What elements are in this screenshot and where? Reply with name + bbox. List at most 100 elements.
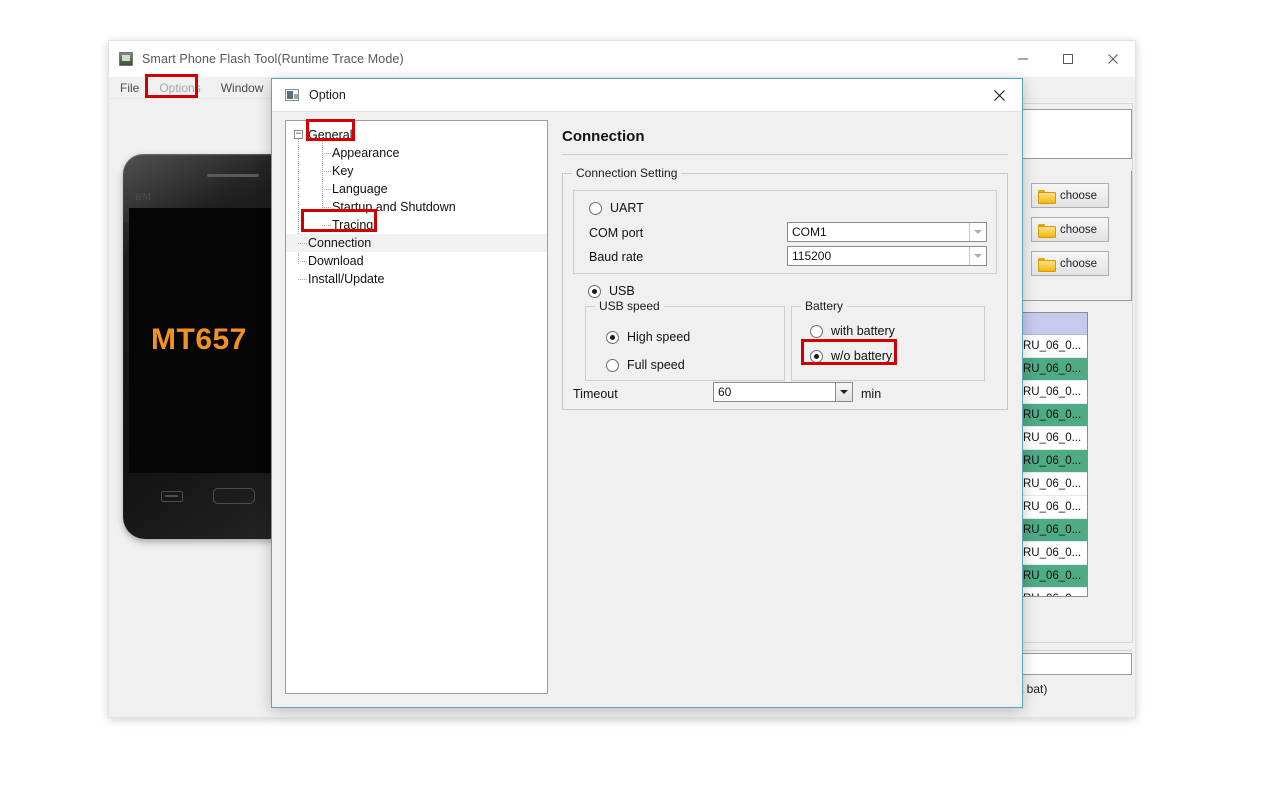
tree-item-label: Connection xyxy=(308,235,372,250)
main-titlebar: Smart Phone Flash Tool(Runtime Trace Mod… xyxy=(109,41,1135,77)
timeout-value: 60 xyxy=(718,385,732,399)
battery-legend: Battery xyxy=(801,299,848,313)
table-row[interactable]: RU_06_0... xyxy=(1021,427,1087,450)
table-row[interactable]: RU_06_0... xyxy=(1021,404,1087,427)
tree-item-tracing[interactable]: Tracing xyxy=(286,216,547,234)
phone-brand-label: BM xyxy=(135,192,152,203)
menu-item-options[interactable]: Options xyxy=(150,78,209,98)
tree-item-label: Key xyxy=(332,163,354,178)
full-speed-option[interactable]: Full speed xyxy=(606,358,685,372)
tree-item-download[interactable]: Download xyxy=(286,252,547,270)
tree-connector xyxy=(322,225,331,226)
menu-item-file[interactable]: File xyxy=(111,78,148,98)
tree-connector xyxy=(322,207,331,208)
tree-item-label: Tracing xyxy=(332,217,374,232)
choose-button-1[interactable]: choose xyxy=(1031,183,1109,208)
table-row[interactable]: RU_06_0... xyxy=(1021,565,1087,588)
page-title: Connection xyxy=(562,128,645,145)
tree-item-label: Download xyxy=(308,253,364,268)
title-divider xyxy=(562,154,1008,155)
table-row[interactable]: RU_06_0... xyxy=(1021,381,1087,404)
com-port-value: COM1 xyxy=(792,225,827,239)
phone-model-text: MT657 xyxy=(151,323,247,356)
table-row[interactable]: RU_06_0... xyxy=(1021,519,1087,542)
minimize-icon[interactable] xyxy=(1000,41,1045,77)
phone-screen: MT657 xyxy=(129,208,291,473)
with-battery-label: with battery xyxy=(831,324,895,338)
tree-connector xyxy=(298,261,307,262)
choose-button-label: choose xyxy=(1060,189,1098,202)
table-row[interactable]: RU_06_0... xyxy=(1021,473,1087,496)
phone-menu-button-icon xyxy=(161,491,183,502)
app-icon xyxy=(119,52,133,66)
battery-group: Battery with battery w/o battery xyxy=(791,299,985,381)
with-battery-option[interactable]: with battery xyxy=(810,324,895,338)
close-icon[interactable] xyxy=(1090,41,1135,77)
choose-button-2[interactable]: choose xyxy=(1031,217,1109,242)
tree-item-appearance[interactable]: Appearance xyxy=(286,144,547,162)
choose-button-3[interactable]: choose xyxy=(1031,251,1109,276)
tree-item-connection[interactable]: Connection xyxy=(286,234,547,252)
chevron-down-icon xyxy=(969,247,986,265)
wo-battery-label: w/o battery xyxy=(831,349,893,363)
table-row[interactable]: RU_06_0... xyxy=(1021,335,1087,358)
usb-radio[interactable] xyxy=(588,284,601,298)
full-speed-label: Full speed xyxy=(627,358,685,372)
maximize-icon[interactable] xyxy=(1045,41,1090,77)
right-panel-divider xyxy=(1020,650,1132,651)
tree-item-key[interactable]: Key xyxy=(286,162,547,180)
usb-speed-group: USB speed High speed Full speed xyxy=(585,299,785,381)
com-port-select[interactable]: COM1 xyxy=(787,222,987,242)
tree-expander-icon[interactable]: − xyxy=(294,130,303,139)
tree-connector xyxy=(322,189,331,190)
full-speed-radio[interactable] xyxy=(606,358,619,372)
uart-radio[interactable] xyxy=(589,201,602,215)
settings-tree[interactable]: − General Appearance Key Language Startu… xyxy=(285,120,548,694)
table-row[interactable]: RU_06_0... xyxy=(1021,588,1087,596)
com-port-label: COM port xyxy=(589,226,644,240)
table-row[interactable]: RU_06_0... xyxy=(1021,450,1087,473)
tree-item-install-update[interactable]: Install/Update xyxy=(286,270,547,288)
high-speed-label: High speed xyxy=(627,330,691,344)
tree-connector xyxy=(298,243,307,244)
tree-item-general[interactable]: − General xyxy=(286,126,547,144)
right-panel: choose choose choose RU_06_0... RU_06_0.… xyxy=(1012,99,1135,717)
table-row[interactable]: RU_06_0... xyxy=(1021,542,1087,565)
scatter-file-list[interactable]: RU_06_0... RU_06_0... RU_06_0... RU_06_0… xyxy=(1020,312,1088,597)
tree-connector xyxy=(298,279,307,280)
list-header-row xyxy=(1021,313,1087,335)
connection-setting-group: Connection Setting UART COM port COM1 Ba… xyxy=(562,166,1008,410)
chevron-down-icon xyxy=(835,383,852,401)
timeout-label: Timeout xyxy=(573,387,618,401)
with-battery-radio[interactable] xyxy=(810,324,823,338)
dialog-title: Option xyxy=(309,88,346,102)
usb-radio-row[interactable]: USB xyxy=(588,284,635,298)
choose-buttons-group: choose choose choose xyxy=(1020,171,1132,301)
choose-button-label: choose xyxy=(1060,223,1098,236)
high-speed-option[interactable]: High speed xyxy=(606,330,690,344)
tree-connector xyxy=(322,153,331,154)
tree-item-label: Startup and Shutdown xyxy=(332,199,456,214)
tree-item-language[interactable]: Language xyxy=(286,180,547,198)
table-row[interactable]: RU_06_0... xyxy=(1021,358,1087,381)
table-row[interactable]: RU_06_0... xyxy=(1021,496,1087,519)
menu-item-window[interactable]: Window xyxy=(212,78,273,98)
usb-label: USB xyxy=(609,284,635,298)
folder-icon xyxy=(1038,257,1056,272)
dialog-close-icon[interactable] xyxy=(976,79,1022,111)
timeout-select[interactable]: 60 xyxy=(713,382,853,402)
phone-home-button-icon xyxy=(213,488,255,504)
baud-rate-select[interactable]: 115200 xyxy=(787,246,987,266)
option-dialog: Option − General Appearance Key Language… xyxy=(271,78,1023,708)
chevron-down-icon xyxy=(969,223,986,241)
status-text: t bat) xyxy=(1020,682,1048,696)
tree-item-label: Language xyxy=(332,181,388,196)
status-field xyxy=(1020,653,1132,675)
wo-battery-radio[interactable] xyxy=(810,349,823,363)
high-speed-radio[interactable] xyxy=(606,330,619,344)
uart-radio-row[interactable]: UART xyxy=(589,201,644,215)
tree-item-label: Install/Update xyxy=(308,271,385,286)
tree-item-startup-and-shutdown[interactable]: Startup and Shutdown xyxy=(286,198,547,216)
phone-speaker xyxy=(207,174,259,177)
wo-battery-option[interactable]: w/o battery xyxy=(810,349,892,363)
